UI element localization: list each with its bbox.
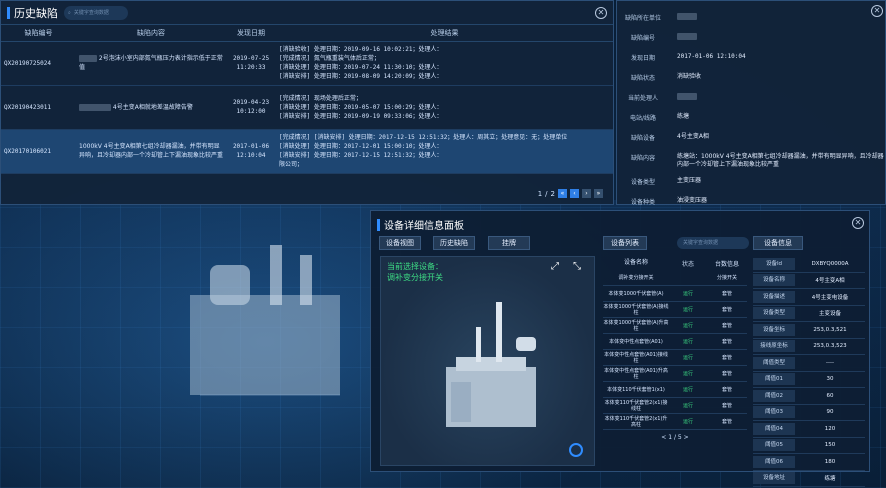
expand-icon[interactable]: ⤢ [551,261,559,272]
list-item[interactable]: 本体变中性点套管(A01)接线柱 运行 套管 [603,350,747,366]
tab-history-defects[interactable]: 历史缺陷 [433,236,475,250]
detail-row: 设备类型 主变压器 [630,177,702,186]
defect-content: 2号泡沫小室内部氮气瓶压力表计指示低于正常值 [79,55,223,71]
equipment-detail-panel: 设备详细信息面板 ✕ 设备视图 历史缺陷 挂牌 设备列表 关键字查询数据 设备信… [370,210,870,487]
defect-date: 2019-07-25 11:20:33 [232,55,270,71]
pager-prev-button[interactable]: < [661,434,666,441]
pager-next-button[interactable]: > [684,434,689,441]
3d-viewer[interactable]: 当前选择设备： 调补变分接开关 ⤢ ⤡ [380,256,595,466]
list-pager: < 1 / 5 > [661,434,689,441]
info-row: 阈值02 60 [753,388,865,405]
list-item[interactable]: 本体变110千伏套管2(x1)升高柱 运行 套管 [603,414,747,430]
info-row: 阈值04 120 [753,421,865,438]
detail-row: 电站/线路 练塘 [629,113,690,122]
history-table: 缺陷编号 缺陷内容 发现日期 处理结果 QX20190725024 2号泡沫小室… [1,25,613,174]
defect-id: QX20190423011 [4,103,51,111]
info-row: 设备地址 练塘 [753,471,865,487]
detail-row: 缺陷状态 消缺验收 [630,73,702,82]
title-accent [377,218,380,231]
list-item[interactable]: 本体变1000千伏套管(A)升高柱 运行 套管 [603,318,747,334]
info-row: 设备坐标 253,0.3,521 [753,322,865,339]
info-row: 阈值05 150 [753,438,865,454]
list-item[interactable]: 本体变1000千伏套管(A) 运行 套管 [603,286,747,302]
equip-list: 设备名称 状态 台数信息 调补变分接开关 分接开关 本体变1000千伏套管(A) 运… [603,256,747,441]
history-search-input[interactable]: ⌕ 关键字查询数据 [64,5,128,20]
history-defects-panel: 历史缺陷 ⌕ 关键字查询数据 ✕ 缺陷编号 缺陷内容 发现日期 处理结果 QX2… [0,0,614,205]
info-row: 接线原坐标 253,0.3,523 [753,339,865,355]
list-item[interactable]: 本体变110千伏套管2(x1)接线柱 运行 套管 [603,398,747,414]
defect-date: 2019-04-23 10:12:00 [232,99,270,115]
close-icon[interactable]: ✕ [595,7,607,19]
pager-first-button[interactable]: « [558,189,567,198]
pager-current: 1 [537,189,543,198]
info-row: 阈值06 180 [753,454,865,471]
defect-result: [消缺验收] 处理日期：2019-09-16 10:02:21；处理人： [完成… [279,46,443,80]
history-header: 历史缺陷 ⌕ 关键字查询数据 [1,1,613,25]
current-device-label: 当前选择设备： [387,262,443,271]
table-row-selected[interactable]: QX20170106021 1000kV 4号主变A相第七组冷却器漏油，并带有明… [1,129,613,173]
table-row[interactable]: QX20190725024 2号泡沫小室内部氮气瓶压力表计指示低于正常值 201… [1,41,613,85]
col-header-date: 发现日期 [226,25,276,42]
list-item[interactable]: 本体变中性点套管(A01)升高柱 运行 套管 [603,366,747,382]
defect-id: QX20170106021 [4,147,51,155]
detail-row: 缺陷设备 4号主变A相 [630,133,709,142]
detail-row: 发现日期 2017-01-06 12:10:04 [630,53,746,62]
current-device-value: 调补变分接开关 [387,273,443,282]
defect-result: [完成情况] 现场处理后正常； [消缺处理] 处理日期：2019-05-07 1… [279,94,443,120]
col-header-result: 处理结果 [276,25,613,42]
info-row: 阈值类型 ---- [753,355,865,372]
detail-row: 缺陷内容 练塘站：1000kV 4号主变A相第七组冷却器漏油，并带有明显异响，且冷… [630,153,884,168]
col-header-content: 缺陷内容 [76,25,226,42]
close-icon[interactable]: ✕ [871,5,883,17]
history-pager: 1 / 2 « ‹ › » [538,189,603,198]
equip-info-table: 设备Id DXBYQ0000A 设备名称 4号主变A相 设备描述 4号主变电设备 设备… [753,256,865,487]
list-header: 设备名称 状态 台数信息 [623,259,739,268]
table-row[interactable]: QX20190423011 4号主变A相就地差温故障告警 2019-04-23 … [1,85,613,129]
pager-last-button[interactable]: » [594,189,603,198]
history-title: 历史缺陷 [14,6,58,20]
defect-date: 2017-01-06 12:10:04 [232,143,270,159]
tab-equip-view[interactable]: 设备视图 [379,236,421,250]
search-icon: ⌕ [68,9,71,16]
transformer-model [446,302,536,427]
defect-content: 1000kV 4号主变A相第七组冷却器漏油，并带有明显异响，且冷却器内部一个冷却… [79,143,224,159]
list-item[interactable]: 本体变110千伏套管1(x1) 运行 套管 [603,382,747,398]
info-row: 设备类型 主变设备 [753,306,865,322]
collapse-icon[interactable]: ⤡ [573,261,581,272]
info-row: 设备名称 4号主变A相 [753,273,865,289]
equip-list-button[interactable]: 设备列表 [603,236,647,250]
equip-search-input[interactable]: 关键字查询数据 [677,237,749,249]
title-accent [7,6,10,19]
transformer-model-background [190,245,340,396]
info-row: 设备描述 4号主变电设备 [753,289,865,306]
pager-next-button[interactable]: › [582,189,591,198]
list-item[interactable]: 调补变分接开关 分接开关 [603,270,747,286]
detail-row: 缺陷编号 [617,33,885,53]
search-placeholder: 关键字查询数据 [73,10,109,16]
pager-prev-button[interactable]: ‹ [570,189,579,198]
detail-row: 缺陷所在单位 [617,13,885,33]
pager-total: 2 [550,189,555,198]
equip-info-button[interactable]: 设备信息 [753,236,803,250]
pager-sep: / [545,189,548,198]
tab-tag[interactable]: 挂牌 [488,236,530,250]
info-row: 阈值01 30 [753,372,865,388]
close-icon[interactable]: ✕ [852,217,864,229]
defect-result: [完成情况] [消缺安排] 处理日期：2017-12-15 12:51:32；处… [279,134,568,168]
defect-detail-panel: ✕ 缺陷所在单位 缺陷编号 发现日期 2017-01-06 12:10:04 缺陷… [616,0,886,206]
list-item[interactable]: 本体变中性点套管(A01) 运行 套管 [603,334,747,350]
detail-row: 当前处理人 [617,93,885,113]
defect-content: 4号主变A相就地差温故障告警 [76,85,226,129]
equip-header: 设备详细信息面板 [377,217,464,232]
info-row: 阈值03 90 [753,405,865,421]
rotate-icon[interactable] [569,443,583,457]
col-header-id: 缺陷编号 [1,25,76,42]
defect-id: QX20190725024 [4,59,51,67]
info-row: 设备Id DXBYQ0000A [753,256,865,273]
list-item[interactable]: 本体变1000千伏套管(A)接线柱 运行 套管 [603,302,747,318]
equip-title: 设备详细信息面板 [384,221,464,232]
